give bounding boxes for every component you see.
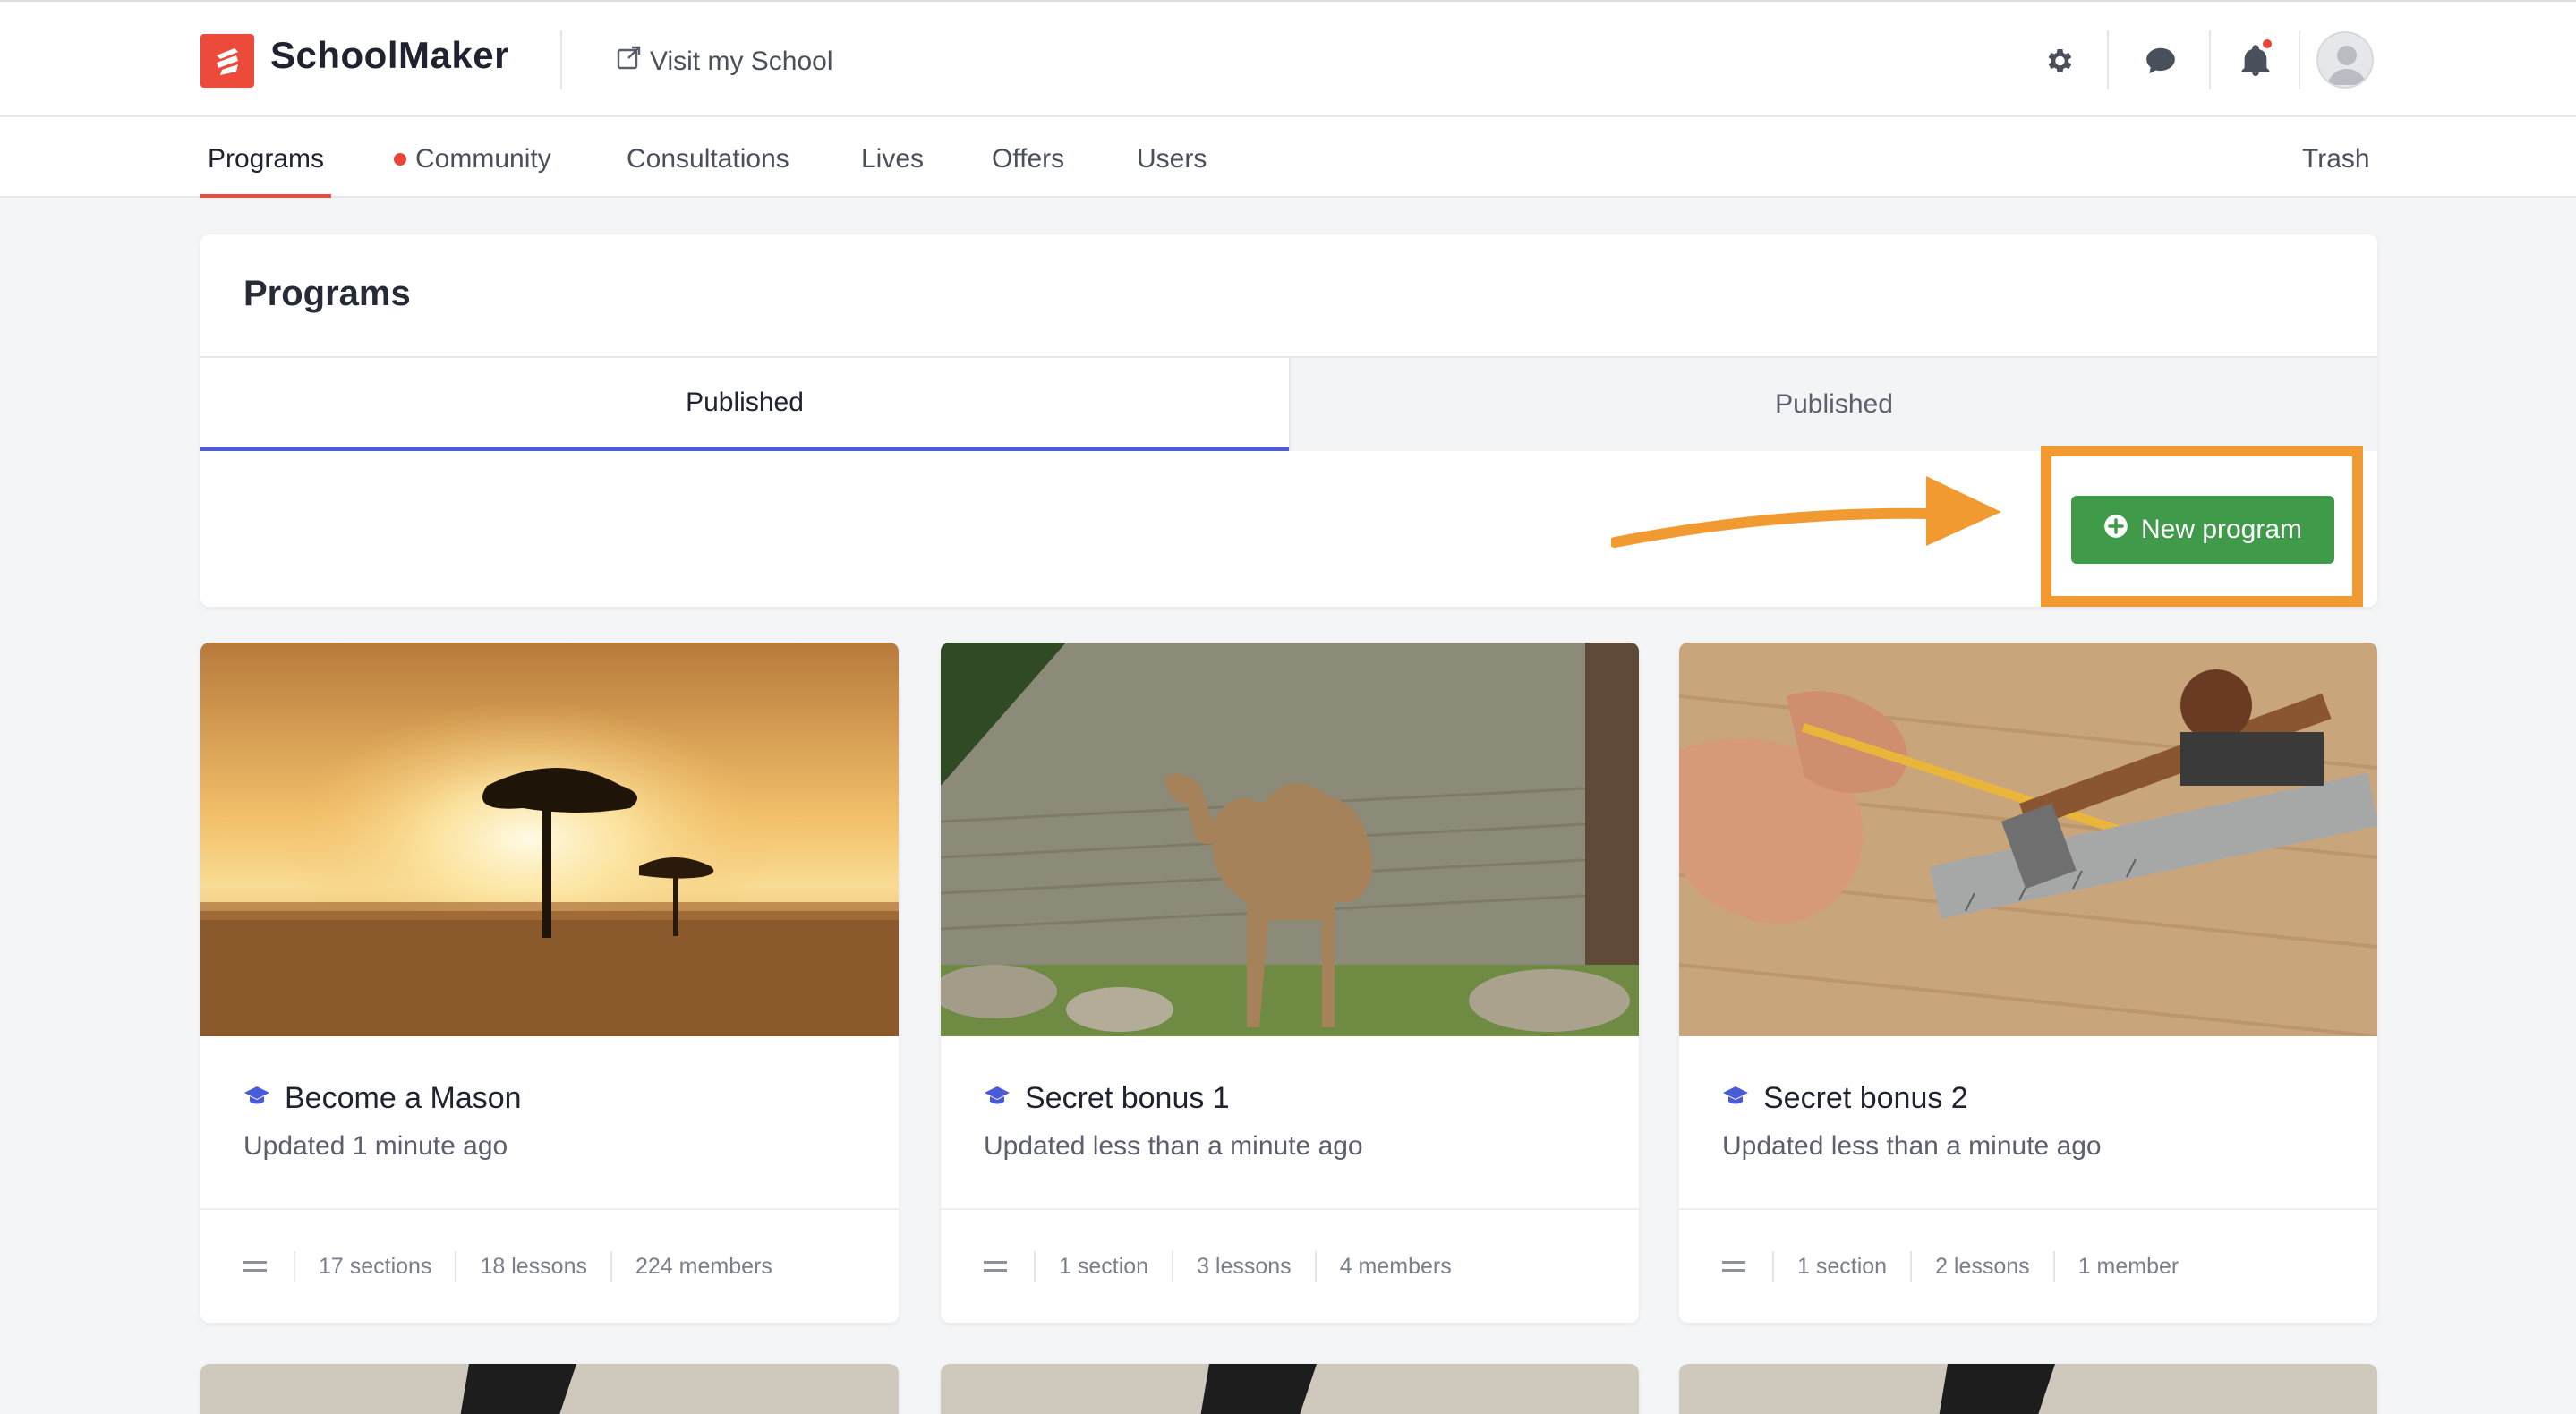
members-count: 224 members <box>635 1253 772 1279</box>
graduation-cap-icon <box>1722 1081 1749 1116</box>
graduation-cap-icon <box>243 1081 270 1116</box>
sections-count: 1 section <box>1797 1253 1888 1279</box>
divider <box>1034 1251 1036 1282</box>
graduation-cap-icon <box>984 1081 1011 1116</box>
nav-trash[interactable]: Trash <box>2302 144 2370 175</box>
sections-count: 17 sections <box>319 1253 432 1279</box>
nav-lives-label: Lives <box>861 144 925 174</box>
program-title-text: Become a Mason <box>285 1081 522 1115</box>
nav-consultations-label: Consultations <box>627 144 789 174</box>
visit-school-label: Visit my School <box>650 47 833 76</box>
new-program-button[interactable]: New program <box>2071 496 2334 564</box>
divider <box>1172 1251 1174 1282</box>
program-stats: 17 sections 18 lessons 224 members <box>200 1208 899 1323</box>
divider <box>2052 1251 2055 1282</box>
avatar-icon[interactable] <box>2316 31 2374 89</box>
nav-community-label: Community <box>415 144 551 174</box>
program-card-partial[interactable] <box>200 1364 899 1414</box>
tab-published-active[interactable]: Published <box>200 358 1289 451</box>
program-card[interactable]: Secret bonus 1 Updated less than a minut… <box>941 643 1639 1323</box>
new-program-label: New program <box>2140 515 2303 544</box>
header-divider <box>560 30 562 89</box>
nav-trash-label: Trash <box>2302 144 2370 174</box>
lessons-count: 18 lessons <box>480 1253 587 1279</box>
divider <box>455 1251 457 1282</box>
members-count: 4 members <box>1339 1253 1452 1279</box>
nav-consultations[interactable]: Consultations <box>627 144 789 175</box>
program-thumbnail-camel <box>941 643 1639 1036</box>
nav-users-label: Users <box>1137 144 1207 174</box>
sections-count: 1 section <box>1059 1253 1149 1279</box>
tab-published-secondary[interactable]: Published <box>1289 358 2377 451</box>
notification-badge <box>2261 38 2273 50</box>
nav-community[interactable]: Community <box>394 144 551 175</box>
drag-handle-icon[interactable] <box>243 1261 267 1272</box>
program-thumbnail-savanna <box>200 643 899 1036</box>
program-stats: 1 section 2 lessons 1 member <box>1679 1208 2377 1323</box>
divider <box>294 1251 295 1282</box>
program-thumbnail-carpentry <box>1679 643 2377 1036</box>
schoolmaker-logo-icon[interactable] <box>200 34 254 88</box>
nav-users[interactable]: Users <box>1137 144 1207 175</box>
divider <box>1910 1251 1913 1282</box>
program-title: Become a Mason <box>243 1081 522 1116</box>
lessons-count: 3 lessons <box>1197 1253 1292 1279</box>
members-count: 1 member <box>2077 1253 2179 1279</box>
nav-active-underline <box>200 194 331 198</box>
drag-handle-icon[interactable] <box>984 1261 1007 1272</box>
divider <box>1314 1251 1317 1282</box>
nav-offers-label: Offers <box>992 144 1065 174</box>
community-unread-dot <box>394 153 406 166</box>
visit-school-link[interactable]: Visit my School <box>616 45 833 79</box>
program-updated: Updated less than a minute ago <box>984 1131 1363 1161</box>
program-card[interactable]: Become a Mason Updated 1 minute ago 17 s… <box>200 643 899 1323</box>
program-stats: 1 section 3 lessons 4 members <box>941 1208 1639 1323</box>
plus-circle-icon <box>2103 514 2128 546</box>
main-nav: Programs Community Consultations Lives O… <box>0 117 2576 198</box>
nav-offers[interactable]: Offers <box>992 144 1064 175</box>
header-divider <box>2107 30 2109 89</box>
program-thumbnail-partial <box>200 1364 899 1414</box>
page-title: Programs <box>243 274 411 313</box>
program-updated: Updated 1 minute ago <box>243 1131 508 1161</box>
chat-bubble-icon[interactable] <box>2137 38 2184 84</box>
lessons-count: 2 lessons <box>1935 1253 2030 1279</box>
program-card-partial[interactable] <box>941 1364 1639 1414</box>
drag-handle-icon[interactable] <box>1722 1261 1745 1272</box>
brand-name[interactable]: SchoolMaker <box>270 34 509 77</box>
program-title: Secret bonus 2 <box>1722 1081 1968 1116</box>
program-thumbnail-partial <box>1679 1364 2377 1414</box>
divider <box>1772 1251 1774 1282</box>
header-divider <box>2209 30 2211 89</box>
external-link-icon <box>616 45 643 79</box>
program-tabs: Published Published <box>200 356 2377 451</box>
header-divider <box>2299 30 2300 89</box>
program-card[interactable]: Secret bonus 2 Updated less than a minut… <box>1679 643 2377 1323</box>
top-bar: SchoolMaker Visit my School <box>0 0 2576 117</box>
program-title: Secret bonus 1 <box>984 1081 1230 1116</box>
nav-programs[interactable]: Programs <box>208 144 324 175</box>
bell-icon[interactable] <box>2232 38 2279 84</box>
gear-icon[interactable] <box>2035 38 2082 84</box>
annotation-arrow-icon <box>1611 476 2001 548</box>
nav-programs-label: Programs <box>208 144 325 174</box>
program-card-partial[interactable] <box>1679 1364 2377 1414</box>
program-title-text: Secret bonus 2 <box>1763 1081 1968 1115</box>
program-thumbnail-partial <box>941 1364 1639 1414</box>
nav-lives[interactable]: Lives <box>861 144 924 175</box>
program-updated: Updated less than a minute ago <box>1722 1131 2102 1161</box>
program-title-text: Secret bonus 1 <box>1025 1081 1230 1115</box>
divider <box>610 1251 612 1282</box>
